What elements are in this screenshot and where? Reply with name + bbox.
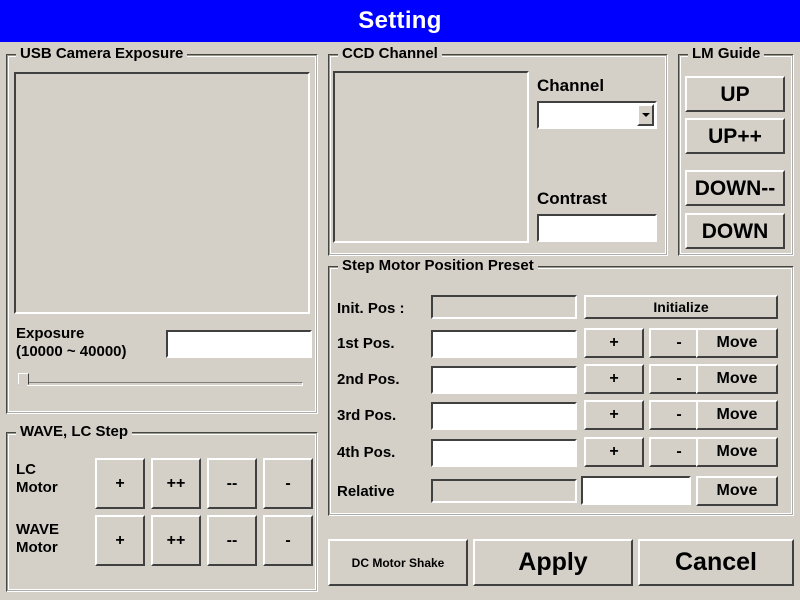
relative-readout bbox=[431, 479, 577, 503]
relative-label: Relative bbox=[337, 483, 395, 500]
channel-combobox-value bbox=[539, 103, 637, 127]
lc-motor-plus-plus-button[interactable]: ++ bbox=[151, 458, 201, 509]
lc-motor-plus-button[interactable]: + bbox=[95, 458, 145, 509]
group-wave-lc-step: WAVE, LC Step bbox=[6, 424, 318, 592]
first-pos-plus-button[interactable]: + bbox=[584, 328, 644, 358]
second-pos-label: 2nd Pos. bbox=[337, 371, 400, 388]
wave-motor-plus-plus-button[interactable]: ++ bbox=[151, 515, 201, 566]
third-pos-plus-button[interactable]: + bbox=[584, 400, 644, 430]
fourth-pos-input[interactable] bbox=[431, 439, 577, 467]
lm-guide-up-button[interactable]: UP bbox=[685, 76, 785, 112]
initialize-button[interactable]: Initialize bbox=[584, 295, 778, 319]
apply-button[interactable]: Apply bbox=[473, 539, 633, 586]
lm-guide-down-button[interactable]: DOWN bbox=[685, 213, 785, 249]
lc-motor-minus-minus-button[interactable]: -- bbox=[207, 458, 257, 509]
title-bar: Setting bbox=[0, 0, 800, 42]
lm-guide-down-minus-minus-button[interactable]: DOWN-- bbox=[685, 170, 785, 206]
second-pos-plus-button[interactable]: + bbox=[584, 364, 644, 394]
fourth-pos-label: 4th Pos. bbox=[337, 444, 396, 461]
group-title-usb-camera-exposure: USB Camera Exposure bbox=[16, 46, 188, 62]
lm-guide-up-plus-plus-button[interactable]: UP++ bbox=[685, 118, 785, 154]
group-title-wave-lc-step: WAVE, LC Step bbox=[16, 424, 133, 440]
contrast-label: Contrast bbox=[537, 189, 607, 208]
wave-motor-minus-minus-button[interactable]: -- bbox=[207, 515, 257, 566]
slider-thumb[interactable] bbox=[18, 373, 30, 394]
second-pos-input[interactable] bbox=[431, 366, 577, 394]
wave-motor-minus-button[interactable]: - bbox=[263, 515, 313, 566]
group-title-ccd-channel: CCD Channel bbox=[338, 46, 442, 62]
third-pos-move-button[interactable]: Move bbox=[696, 400, 778, 430]
dc-motor-shake-button[interactable]: DC Motor Shake bbox=[328, 539, 468, 586]
init-pos-label: Init. Pos : bbox=[337, 300, 405, 317]
init-pos-readout bbox=[431, 295, 577, 319]
channel-label: Channel bbox=[537, 76, 605, 95]
first-pos-label: 1st Pos. bbox=[337, 335, 395, 352]
exposure-label: Exposure (10000 ~ 40000) bbox=[16, 325, 127, 360]
lc-motor-minus-button[interactable]: - bbox=[263, 458, 313, 509]
first-pos-input[interactable] bbox=[431, 330, 577, 358]
first-pos-move-button[interactable]: Move bbox=[696, 328, 778, 358]
group-title-lm-guide: LM Guide bbox=[688, 46, 765, 62]
group-title-step-motor-position-preset: Step Motor Position Preset bbox=[338, 258, 538, 274]
second-pos-move-button[interactable]: Move bbox=[696, 364, 778, 394]
chevron-down-icon bbox=[641, 113, 650, 117]
fourth-pos-plus-button[interactable]: + bbox=[584, 437, 644, 467]
camera-preview-panel[interactable] bbox=[14, 72, 310, 314]
lc-motor-label: LC Motor bbox=[16, 461, 58, 496]
third-pos-input[interactable] bbox=[431, 402, 577, 430]
wave-motor-label: WAVE Motor bbox=[16, 521, 60, 556]
cancel-button[interactable]: Cancel bbox=[638, 539, 794, 586]
relative-move-button[interactable]: Move bbox=[696, 476, 778, 506]
window-title: Setting bbox=[358, 7, 442, 34]
channel-dropdown-button[interactable] bbox=[637, 104, 654, 126]
exposure-input[interactable] bbox=[166, 330, 312, 358]
channel-combobox[interactable] bbox=[537, 101, 657, 129]
relative-input[interactable] bbox=[581, 476, 691, 505]
fourth-pos-move-button[interactable]: Move bbox=[696, 437, 778, 467]
slider-track bbox=[18, 382, 303, 386]
third-pos-label: 3rd Pos. bbox=[337, 407, 397, 424]
wave-motor-plus-button[interactable]: + bbox=[95, 515, 145, 566]
setting-dialog: Setting USB Camera Exposure Exposure (10… bbox=[0, 0, 800, 600]
ccd-preview-panel[interactable] bbox=[333, 71, 529, 243]
exposure-slider[interactable] bbox=[18, 373, 303, 395]
slider-thumb-point bbox=[18, 384, 28, 393]
contrast-input[interactable] bbox=[537, 214, 657, 242]
